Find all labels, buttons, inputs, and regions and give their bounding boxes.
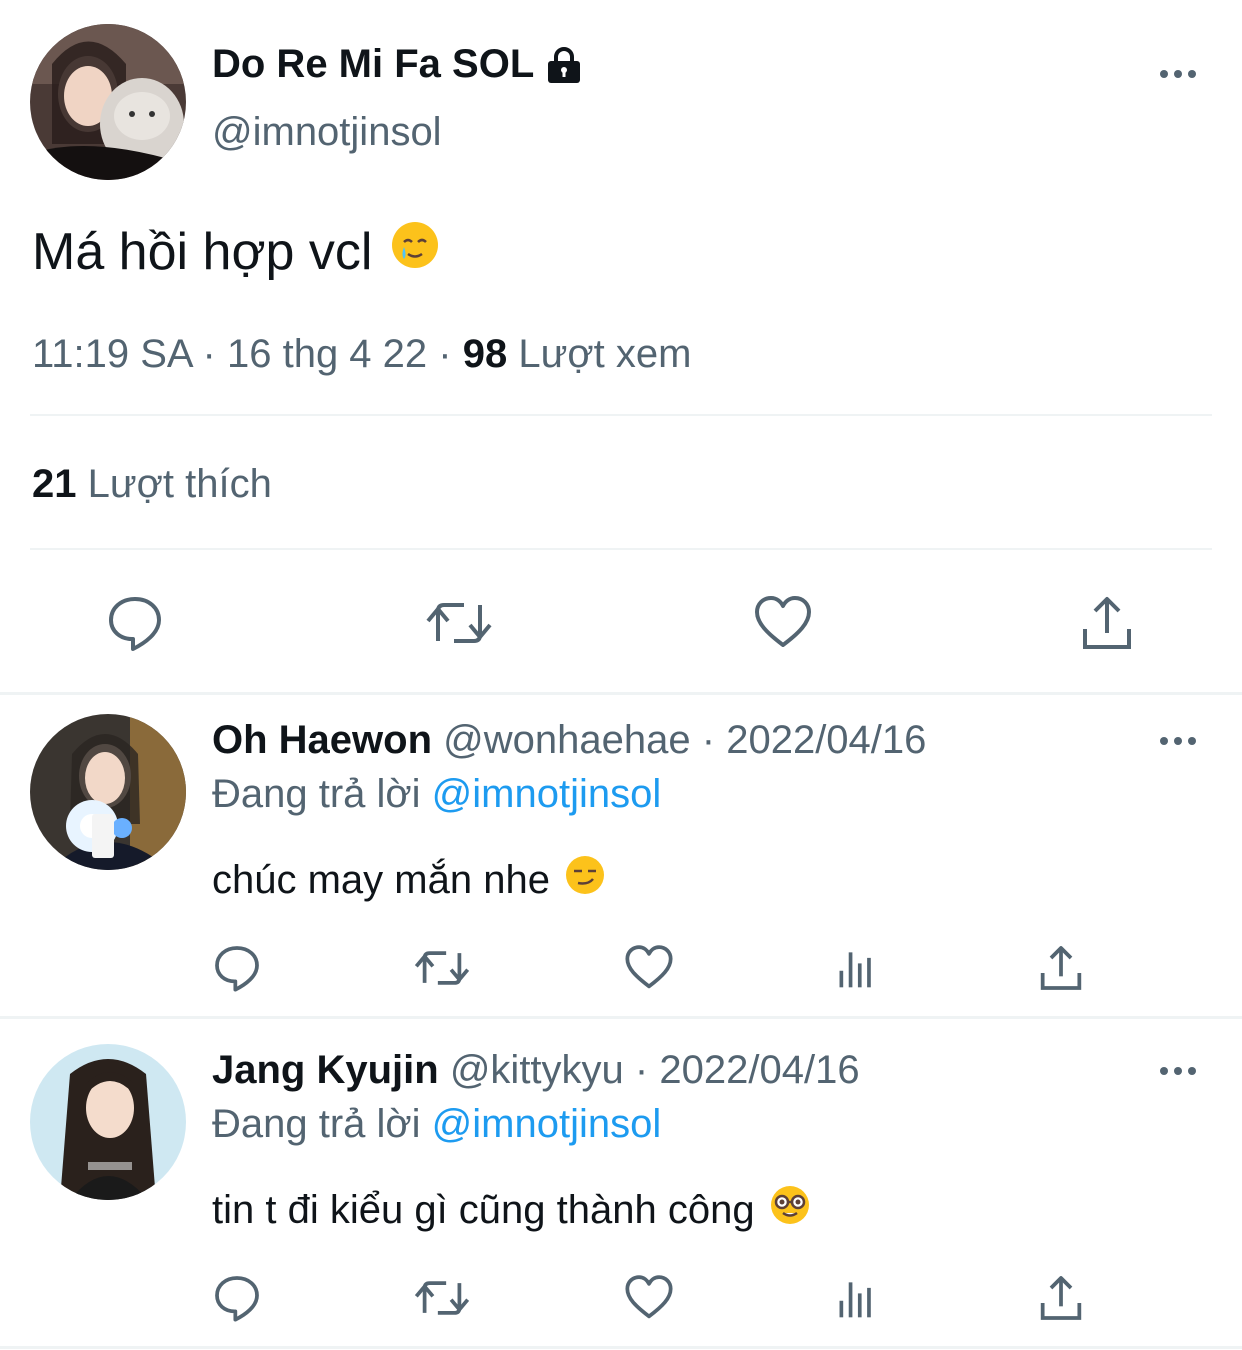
reply-button[interactable]: [210, 942, 264, 994]
tweet-text-body: Má hồi hợp vcl: [32, 222, 373, 281]
more-options-icon[interactable]: [1160, 735, 1200, 747]
divider: [30, 548, 1212, 550]
retweet-icon: [426, 603, 492, 643]
share-button[interactable]: [1072, 592, 1142, 654]
likes-summary[interactable]: 21 Lượt thích: [32, 462, 272, 507]
heart-icon: [755, 596, 811, 647]
crying-smile-emoji-icon: [390, 220, 440, 283]
like-button[interactable]: [748, 592, 818, 654]
reply-author-handle[interactable]: @kittykyu: [450, 1048, 624, 1092]
reply-icon: [109, 597, 161, 651]
retweet-button[interactable]: [424, 592, 494, 654]
replying-label: Đang trả lời: [212, 1102, 421, 1146]
likes-count: 21: [32, 462, 77, 506]
reply-date[interactable]: 2022/04/16: [659, 1048, 859, 1092]
reply-author-name[interactable]: Oh Haewon: [212, 718, 432, 762]
reply-header: Jang Kyujin @kittykyu · 2022/04/16: [212, 1048, 860, 1093]
reply-author-handle[interactable]: @wonhaehae: [443, 718, 690, 762]
retweet-button[interactable]: [412, 1272, 472, 1324]
share-icon: [1040, 946, 1082, 990]
replying-mention[interactable]: @imnotjinsol: [432, 772, 662, 816]
separator: ·: [701, 718, 716, 762]
reply-text-body: chúc may mắn nhe: [212, 857, 550, 902]
replying-label: Đang trả lời: [212, 772, 421, 816]
replying-mention[interactable]: @imnotjinsol: [432, 1102, 662, 1146]
tweet-time[interactable]: 11:19 SA: [32, 332, 191, 376]
share-button[interactable]: [1034, 1272, 1088, 1324]
heart-icon: [625, 945, 673, 989]
like-button[interactable]: [622, 942, 676, 994]
separator: ·: [634, 1048, 649, 1092]
reply-avatar[interactable]: [30, 714, 186, 870]
share-button[interactable]: [1034, 942, 1088, 994]
divider: [0, 1346, 1242, 1349]
views-count: 98: [462, 332, 508, 376]
reply-date[interactable]: 2022/04/16: [726, 718, 926, 762]
author-name[interactable]: Do Re Mi Fa SOL: [212, 42, 584, 87]
views-button[interactable]: [830, 1272, 884, 1324]
analytics-icon: [839, 952, 871, 988]
replying-to-line: Đang trả lời @imnotjinsol: [212, 772, 661, 817]
nerd-emoji-icon: [769, 1184, 811, 1236]
smirk-emoji-icon: [564, 854, 606, 906]
likes-label: Lượt thích: [87, 462, 272, 506]
reply-icon: [215, 946, 259, 992]
divider: [30, 414, 1212, 416]
author-handle[interactable]: @imnotjinsol: [212, 110, 442, 155]
share-icon: [1083, 597, 1131, 649]
separator: ·: [438, 332, 452, 376]
separator: ·: [202, 332, 216, 376]
retweet-icon: [414, 951, 470, 985]
reply-text-body: tin t đi kiểu gì cũng thành công: [212, 1187, 755, 1232]
tweet-date[interactable]: 16 thg 4 22: [227, 332, 427, 376]
replying-to-line: Đang trả lời @imnotjinsol: [212, 1102, 661, 1147]
more-options-icon[interactable]: [1160, 1065, 1200, 1077]
reply-header: Oh Haewon @wonhaehae · 2022/04/16: [212, 718, 926, 763]
divider: [0, 1016, 1242, 1019]
analytics-icon: [839, 1282, 871, 1318]
lock-icon: [544, 45, 584, 85]
reply-button[interactable]: [100, 592, 170, 654]
more-options-icon[interactable]: [1160, 68, 1200, 80]
like-button[interactable]: [622, 1272, 676, 1324]
reply-text: tin t đi kiểu gì cũng thành công: [212, 1184, 811, 1236]
author-name-text[interactable]: Do Re Mi Fa SOL: [212, 42, 534, 87]
heart-icon: [625, 1275, 673, 1319]
reply-icon: [215, 1276, 259, 1322]
reply-text: chúc may mắn nhe: [212, 854, 606, 906]
divider: [0, 692, 1242, 695]
tweet-meta: 11:19 SA · 16 thg 4 22 · 98 Lượt xem: [32, 332, 691, 377]
tweet-text: Má hồi hợp vcl: [32, 220, 440, 283]
share-icon: [1040, 1276, 1082, 1320]
views-label: Lượt xem: [518, 332, 692, 376]
retweet-icon: [414, 1281, 470, 1315]
reply-avatar[interactable]: [30, 1044, 186, 1200]
retweet-button[interactable]: [412, 942, 472, 994]
author-avatar[interactable]: [30, 24, 186, 180]
views-button[interactable]: [830, 942, 884, 994]
reply-button[interactable]: [210, 1272, 264, 1324]
reply-author-name[interactable]: Jang Kyujin: [212, 1048, 439, 1092]
